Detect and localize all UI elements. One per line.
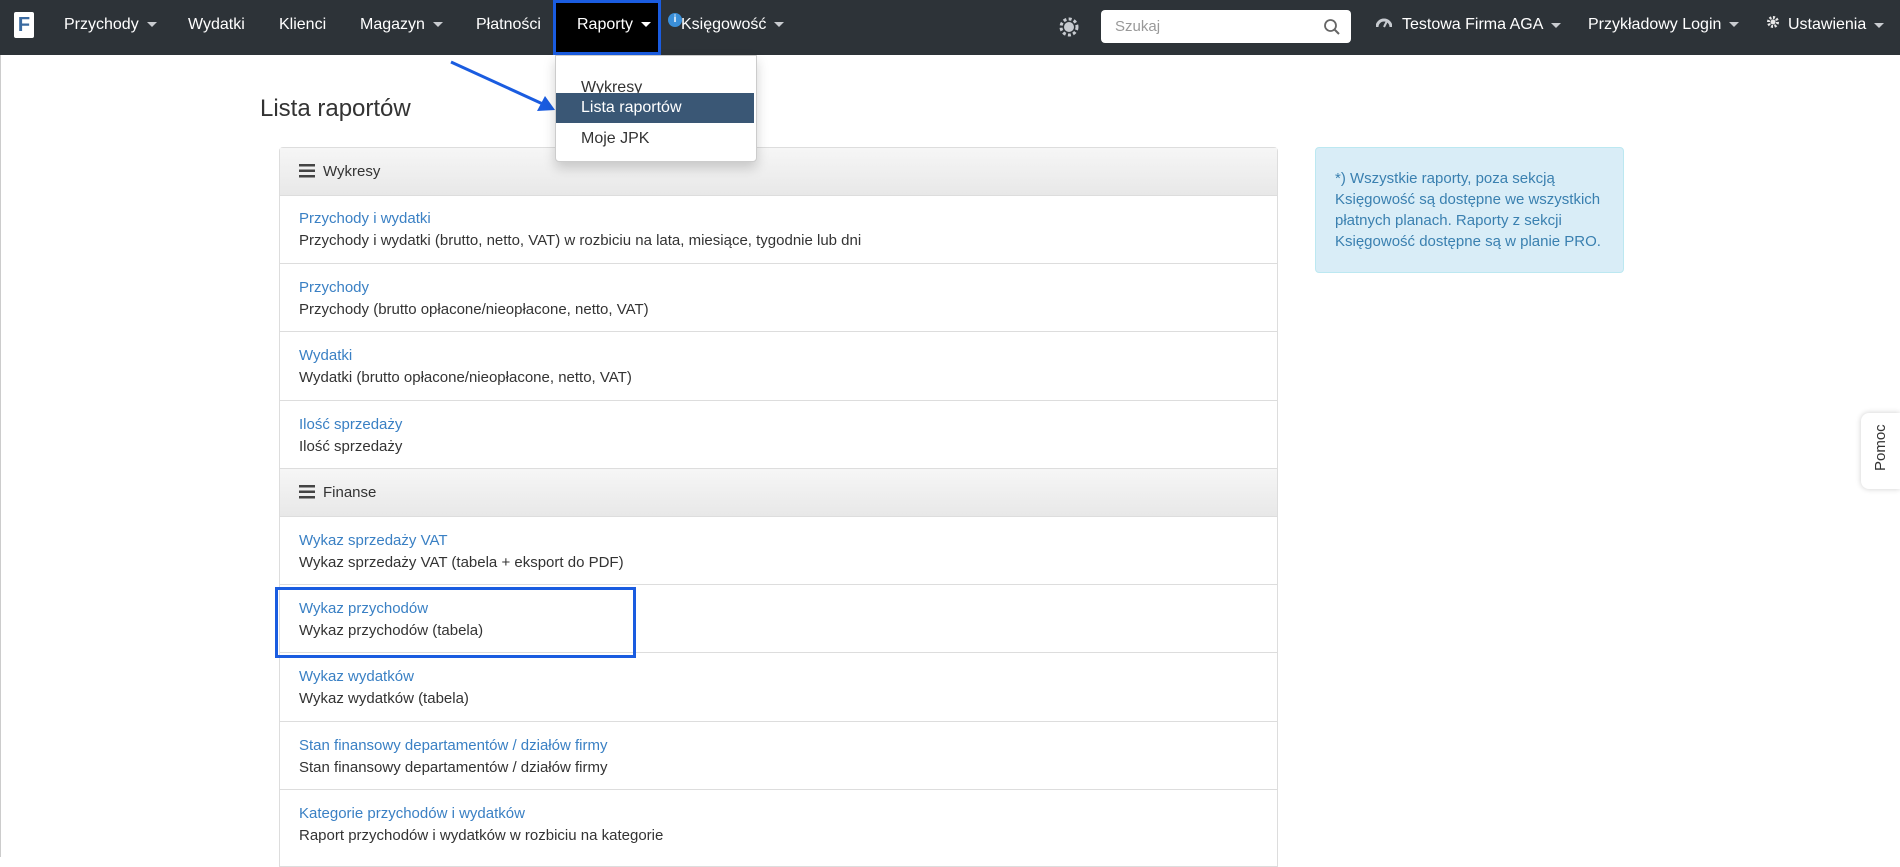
dropdown-item-moje-jpk[interactable]: Moje JPK (556, 124, 754, 154)
help-tab-label: Pomoc (1872, 424, 1889, 471)
annotation-arrow (450, 60, 555, 111)
raporty-dropdown-menu: Wykresy Lista raportów Moje JPK (555, 55, 757, 162)
help-tab[interactable]: Pomoc (1861, 413, 1900, 489)
dropdown-item-lista-raportow[interactable]: Lista raportów (556, 93, 754, 123)
info-alert: *) Wszystkie raporty, poza sekcją Księgo… (1315, 147, 1624, 273)
